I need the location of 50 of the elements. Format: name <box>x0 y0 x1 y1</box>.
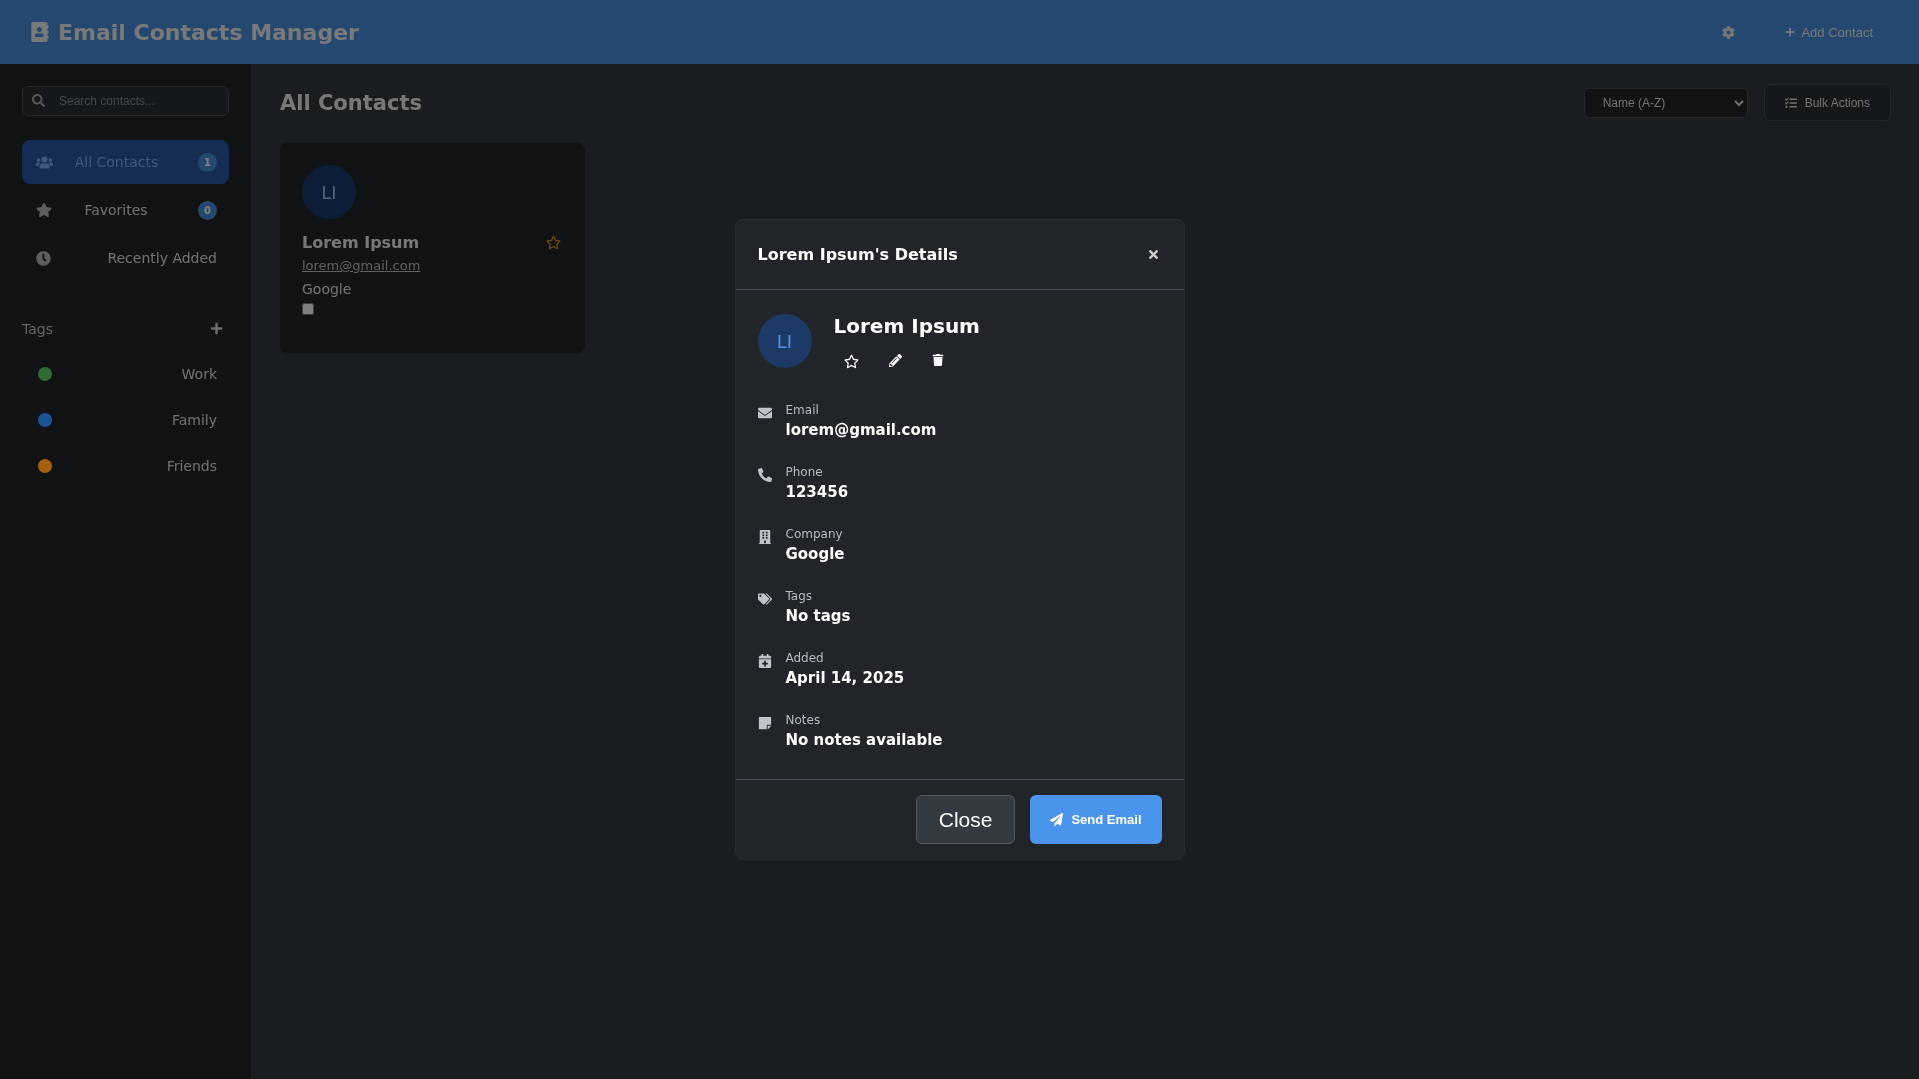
count-badge: 1 <box>198 152 217 172</box>
field-label: Phone <box>785 465 824 479</box>
tag-item[interactable]: Work <box>22 351 229 397</box>
add-contact-button[interactable]: Add Contact <box>1779 23 1879 41</box>
clock-icon <box>36 250 51 266</box>
page-title: All Contacts <box>280 90 423 115</box>
close-button[interactable]: Close <box>915 795 1016 844</box>
plus-icon <box>1785 27 1796 37</box>
send-email-button[interactable]: Send Email <box>1030 795 1162 844</box>
note-icon <box>757 716 772 730</box>
phone-icon <box>757 468 772 482</box>
sort-select[interactable]: Name (A-Z) <box>1583 87 1748 118</box>
field-value: Google <box>785 545 845 563</box>
field-label: Notes <box>785 713 822 727</box>
paper-plane-icon <box>1050 813 1064 826</box>
envelope-icon <box>757 406 772 420</box>
avatar: LI <box>302 165 356 219</box>
field-label: Added <box>785 651 825 665</box>
tag-item[interactable]: Friends <box>22 443 229 489</box>
field-value: No notes available <box>785 731 943 749</box>
contact-card[interactable]: LI Lorem Ipsum lorem@gmail.com Google <box>280 143 585 353</box>
field-label: Company <box>785 527 844 541</box>
field-value: lorem@gmail.com <box>785 421 937 439</box>
app-title: Email Contacts Manager <box>58 19 359 45</box>
count-badge: 0 <box>198 200 217 220</box>
field-value: 123456 <box>785 483 849 501</box>
calendar-icon <box>757 654 772 668</box>
address-book-icon <box>30 22 50 42</box>
tag-item[interactable]: Family <box>22 397 229 443</box>
contact-name: Lorem Ipsum <box>833 314 980 338</box>
tags-icon <box>757 592 772 606</box>
star-icon <box>36 202 52 218</box>
avatar: LI <box>757 314 812 368</box>
tags-heading: Tags <box>22 320 53 337</box>
nav-item[interactable]: Recently Added <box>22 236 229 280</box>
contact-name: Lorem Ipsum <box>302 233 420 252</box>
field-label: Email <box>785 403 820 417</box>
field-label: Tags <box>785 589 814 603</box>
nav-item[interactable]: Favorites 0 <box>22 188 229 232</box>
select-checkbox[interactable] <box>302 303 314 315</box>
dialog-title: Lorem Ipsum's Details <box>757 245 958 264</box>
search-icon <box>32 94 45 107</box>
field-value: No tags <box>785 607 851 625</box>
bulk-actions-button[interactable]: Bulk Actions <box>1763 84 1891 121</box>
company-name: Google <box>302 281 353 297</box>
building-icon <box>757 530 772 544</box>
email-link[interactable]: lorem@gmail.com <box>302 258 563 273</box>
add-tag-button[interactable] <box>208 320 225 337</box>
field-value: April 14, 2025 <box>785 669 905 687</box>
checklist-icon <box>1784 96 1797 109</box>
